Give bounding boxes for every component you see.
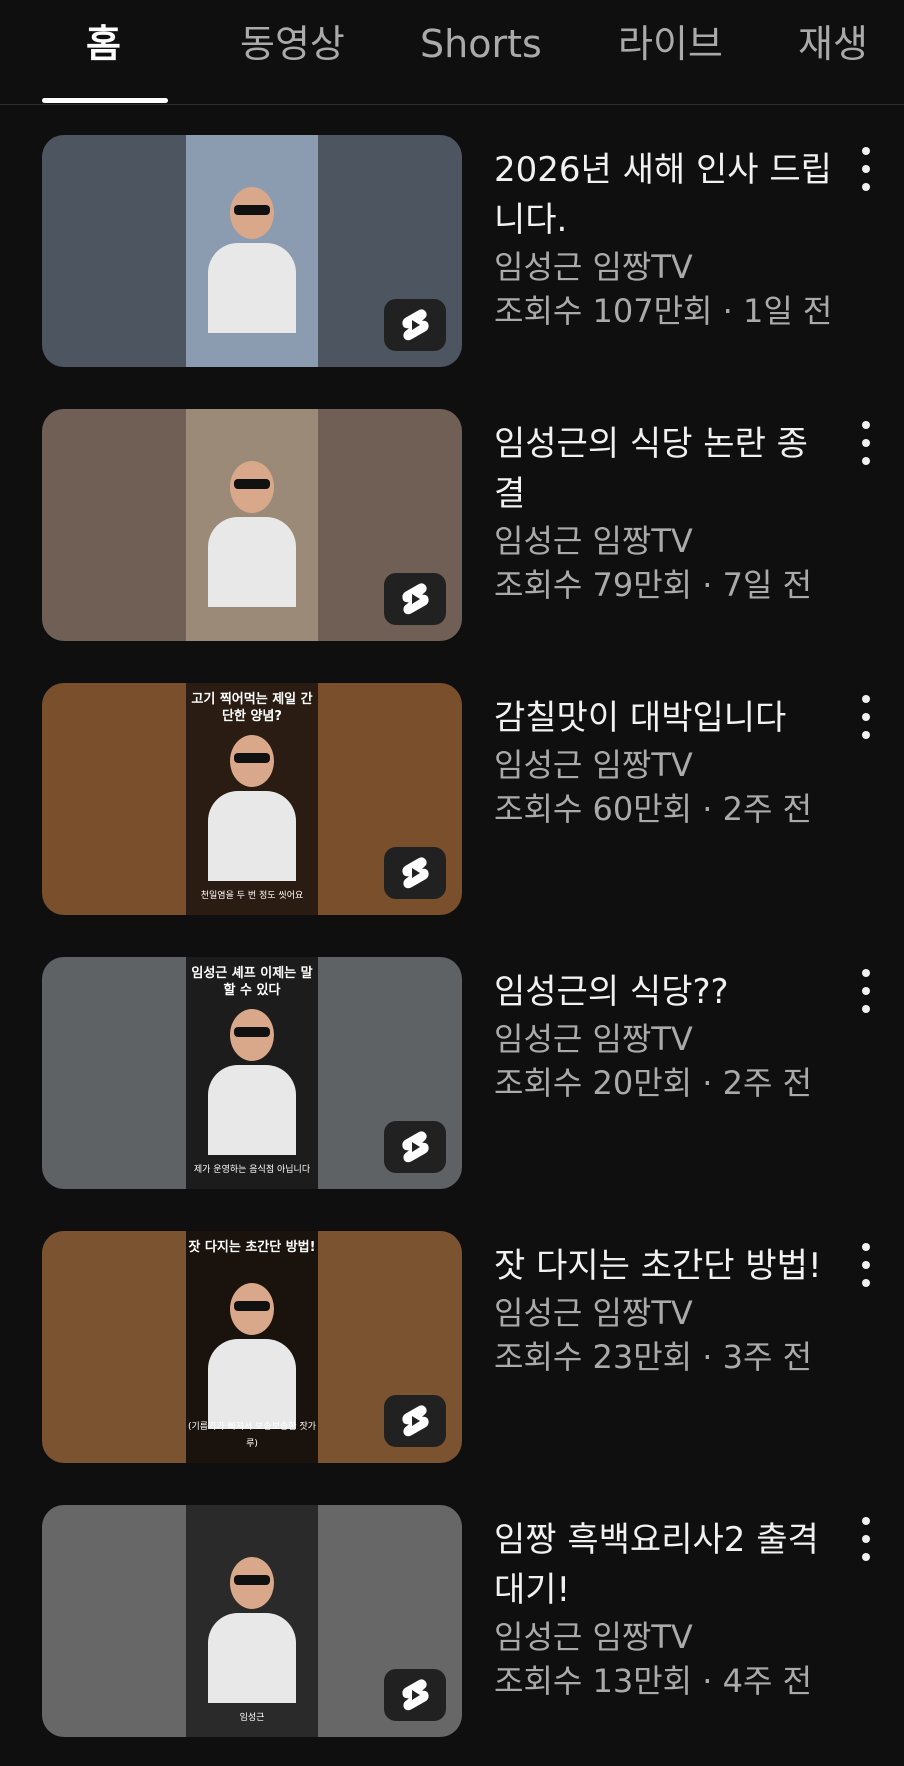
more-options-icon[interactable] — [852, 147, 880, 191]
video-meta: 감칠맛이 대박입니다 임성근 임짱TV 조회수 60만회 · 2주 전 — [494, 683, 834, 831]
person-body — [208, 1613, 296, 1703]
glasses-graphic — [234, 1575, 270, 1585]
video-thumbnail[interactable]: 고기 찍어먹는 제일 간단한 양념? 천일염을 두 번 정도 씻어요 — [42, 683, 462, 915]
video-thumbnail[interactable] — [42, 409, 462, 641]
shorts-icon — [384, 847, 446, 899]
tab-playlists[interactable]: 재생 — [798, 16, 904, 72]
video-item[interactable]: 임성근 셰프 이제는 말할 수 있다 제가 운영하는 음식점 아닙니다 임성근의… — [0, 957, 904, 1193]
video-stats: 조회수 79만회 · 7일 전 — [494, 566, 813, 604]
video-meta: 잣 다지는 초간단 방법! 임성근 임짱TV 조회수 23만회 · 3주 전 — [494, 1231, 834, 1379]
shorts-icon — [384, 299, 446, 351]
tab-live[interactable]: 라이브 — [618, 16, 723, 72]
thumbnail-caption-top: 잣 다지는 초간단 방법! — [188, 1240, 316, 1255]
shorts-icon — [384, 573, 446, 625]
channel-name[interactable]: 임성근 임짱TV — [494, 245, 834, 289]
person-body — [208, 243, 296, 333]
shorts-icon — [384, 1121, 446, 1173]
more-options-icon[interactable] — [852, 695, 880, 739]
video-title[interactable]: 감칠맛이 대박입니다 — [494, 693, 834, 743]
video-stats: 조회수 13만회 · 4주 전 — [494, 1662, 813, 1700]
channel-tabs: 홈 동영상 Shorts 라이브 재생 — [0, 0, 904, 105]
video-title[interactable]: 잣 다지는 초간단 방법! — [494, 1241, 834, 1291]
channel-name[interactable]: 임성근 임짱TV — [494, 1017, 834, 1061]
thumbnail-frame: 임성근 — [186, 1505, 318, 1737]
shorts-icon — [384, 1395, 446, 1447]
video-title[interactable]: 임성근의 식당 논란 종결 — [494, 419, 834, 519]
video-title[interactable]: 2026년 새해 인사 드립니다. — [494, 145, 834, 245]
glasses-graphic — [234, 1301, 270, 1311]
glasses-graphic — [234, 753, 270, 763]
video-stats: 조회수 23만회 · 3주 전 — [494, 1338, 813, 1376]
thumbnail-frame: 고기 찍어먹는 제일 간단한 양념? 천일염을 두 번 정도 씻어요 — [186, 683, 318, 915]
person-body — [208, 517, 296, 607]
tab-home[interactable]: 홈 — [86, 16, 121, 72]
person-body — [208, 1065, 296, 1155]
video-thumbnail[interactable]: 잣 다지는 초간단 방법! (기름기가 빠져서 보송보송한 잣가루) — [42, 1231, 462, 1463]
thumbnail-caption-bottom: 임성근 — [239, 1713, 265, 1723]
video-item[interactable]: 2026년 새해 인사 드립니다. 임성근 임짱TV 조회수 107만회 · 1… — [0, 135, 904, 371]
video-stats: 조회수 60만회 · 2주 전 — [494, 790, 813, 828]
video-stats: 조회수 107만회 · 1일 전 — [494, 292, 833, 330]
thumbnail-frame — [186, 135, 318, 367]
channel-name[interactable]: 임성근 임짱TV — [494, 519, 834, 563]
channel-name[interactable]: 임성근 임짱TV — [494, 1615, 834, 1659]
glasses-graphic — [234, 205, 270, 215]
person-body — [208, 1339, 296, 1429]
more-options-icon[interactable] — [852, 969, 880, 1013]
active-tab-indicator — [42, 98, 168, 103]
tab-videos[interactable]: 동영상 — [240, 16, 345, 72]
thumbnail-frame: 잣 다지는 초간단 방법! (기름기가 빠져서 보송보송한 잣가루) — [186, 1231, 318, 1463]
more-options-icon[interactable] — [852, 421, 880, 465]
video-item[interactable]: 잣 다지는 초간단 방법! (기름기가 빠져서 보송보송한 잣가루) 잣 다지는… — [0, 1231, 904, 1467]
person-body — [208, 791, 296, 881]
shorts-icon — [384, 1669, 446, 1721]
video-thumbnail[interactable]: 임성근 — [42, 1505, 462, 1737]
more-options-icon[interactable] — [852, 1517, 880, 1561]
thumbnail-caption-bottom: (기름기가 빠져서 보송보송한 잣가루) — [187, 1422, 316, 1449]
thumbnail-frame — [186, 409, 318, 641]
tab-shorts[interactable]: Shorts — [420, 16, 542, 72]
video-meta: 임성근의 식당?? 임성근 임짱TV 조회수 20만회 · 2주 전 — [494, 957, 834, 1105]
video-title[interactable]: 임성근의 식당?? — [494, 967, 834, 1017]
video-meta: 임성근의 식당 논란 종결 임성근 임짱TV 조회수 79만회 · 7일 전 — [494, 409, 834, 607]
video-item[interactable]: 고기 찍어먹는 제일 간단한 양념? 천일염을 두 번 정도 씻어요 감칠맛이 … — [0, 683, 904, 919]
thumbnail-caption-bottom: 제가 운영하는 음식점 아닙니다 — [193, 1165, 311, 1175]
video-stats: 조회수 20만회 · 2주 전 — [494, 1064, 813, 1102]
video-thumbnail[interactable]: 임성근 셰프 이제는 말할 수 있다 제가 운영하는 음식점 아닙니다 — [42, 957, 462, 1189]
thumbnail-caption-top: 고기 찍어먹는 제일 간단한 양념? — [191, 692, 313, 724]
more-options-icon[interactable] — [852, 1243, 880, 1287]
channel-name[interactable]: 임성근 임짱TV — [494, 743, 834, 787]
thumbnail-caption-top: 임성근 셰프 이제는 말할 수 있다 — [191, 966, 313, 998]
video-meta: 임짱 흑백요리사2 출격대기! 임성근 임짱TV 조회수 13만회 · 4주 전 — [494, 1505, 834, 1703]
video-thumbnail[interactable] — [42, 135, 462, 367]
channel-name[interactable]: 임성근 임짱TV — [494, 1291, 834, 1335]
video-item[interactable]: 임성근의 식당 논란 종결 임성근 임짱TV 조회수 79만회 · 7일 전 — [0, 409, 904, 645]
video-title[interactable]: 임짱 흑백요리사2 출격대기! — [494, 1515, 834, 1615]
video-item[interactable]: 임성근 임짱 흑백요리사2 출격대기! 임성근 임짱TV 조회수 13만회 · … — [0, 1505, 904, 1741]
video-meta: 2026년 새해 인사 드립니다. 임성근 임짱TV 조회수 107만회 · 1… — [494, 135, 834, 333]
thumbnail-caption-bottom: 천일염을 두 번 정도 씻어요 — [200, 891, 304, 901]
thumbnail-frame: 임성근 셰프 이제는 말할 수 있다 제가 운영하는 음식점 아닙니다 — [186, 957, 318, 1189]
glasses-graphic — [234, 479, 270, 489]
glasses-graphic — [234, 1027, 270, 1037]
